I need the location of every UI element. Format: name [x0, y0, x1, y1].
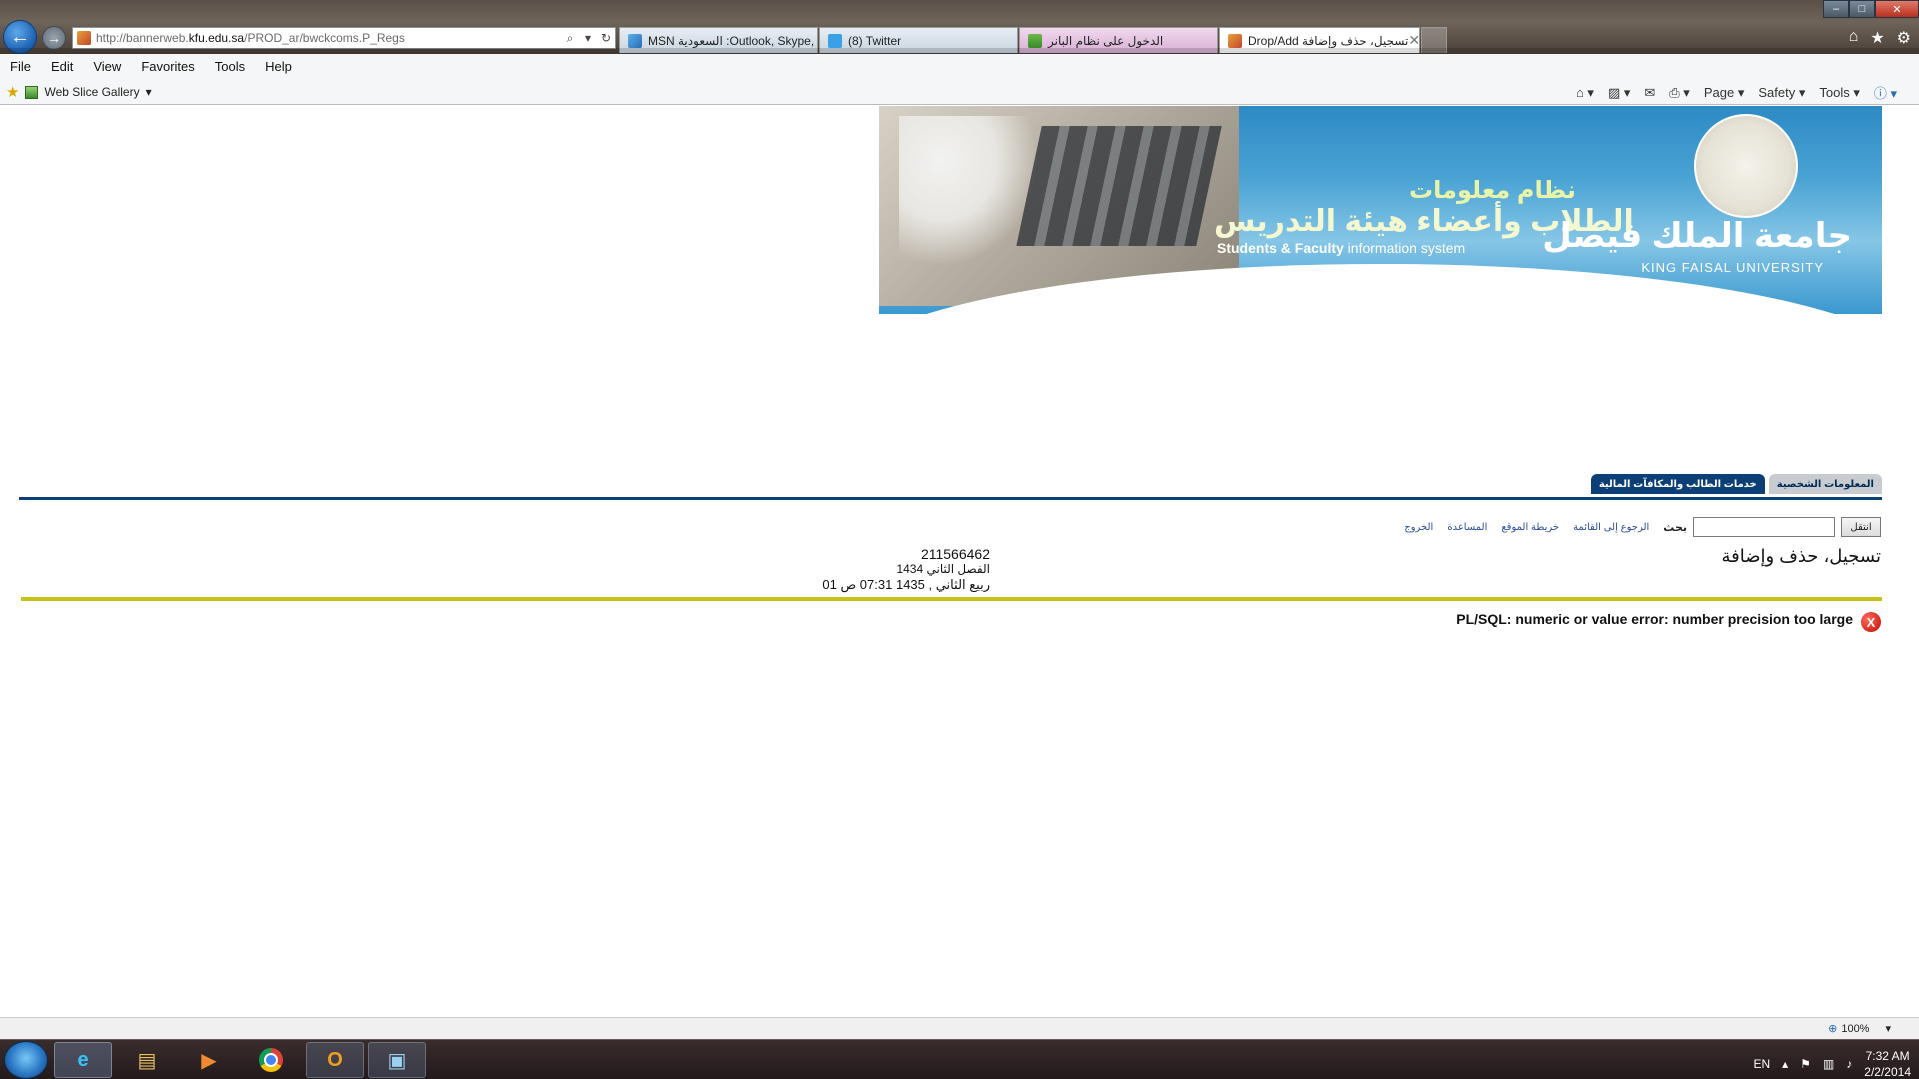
print-icon[interactable]: ⎙ ▾ [1669, 85, 1690, 101]
close-tab-icon[interactable]: ✕ [1408, 32, 1419, 49]
tab-label: Drop/Add تسجيل، حذف وإضافة [1248, 33, 1409, 48]
help-link[interactable]: المساعدة [1447, 522, 1487, 533]
dropdown-arrow-icon[interactable]: ▾ [579, 31, 597, 45]
chevron-down-icon[interactable]: ▾ [1885, 1022, 1891, 1035]
status-bar: ⊕ 100% ▾ [0, 1017, 1919, 1039]
university-seal-logo [1694, 114, 1798, 218]
site-favicon-icon [77, 31, 91, 45]
settings-gear-icon[interactable]: ⚙ [1897, 28, 1911, 48]
new-tab-button[interactable] [1421, 27, 1447, 53]
exit-link[interactable]: الخروج [1404, 522, 1433, 533]
file-explorer-icon[interactable]: ▤ [118, 1042, 176, 1078]
menu-view[interactable]: View [83, 59, 131, 74]
browser-title-bar: ← → http://bannerweb.kfu.edu.sa/PROD_ar/… [0, 0, 1919, 54]
page-title: تسجيل، حذف وإضافة [1721, 546, 1881, 566]
browser-tab-twitter[interactable]: (8) Twitter [819, 27, 1018, 53]
tab-label: الدخول على نظام البانر [1048, 33, 1164, 48]
system-tray: EN ▴ ⚑ ▥ ♪ 7:32 AM 2/2/2014 [1753, 1048, 1911, 1079]
action-center-flag-icon[interactable]: ⚑ [1800, 1057, 1811, 1071]
twitter-icon [828, 33, 842, 48]
zoom-icon: ⊕ [1828, 1023, 1838, 1035]
page-tabs: المعلومات الشخصية خدمات الطالب والمكافآت… [1590, 474, 1882, 494]
term-label: الفصل الثاني 1434 [896, 562, 990, 576]
university-name-arabic: جامعة الملك فيصل [1542, 217, 1852, 255]
close-window-button[interactable]: ✕ [1875, 0, 1919, 18]
browser-tab-banner-login[interactable]: الدخول على نظام البانر [1019, 27, 1218, 53]
show-hidden-icons-icon[interactable]: ▴ [1782, 1057, 1788, 1071]
student-id: 211566462 [920, 546, 990, 562]
search-icon[interactable]: ⌕ [561, 31, 579, 46]
web-slice-gallery-link[interactable]: Web Slice Gallery [44, 85, 139, 99]
tab-personal-info[interactable]: المعلومات الشخصية [1768, 474, 1882, 494]
chrome-icon[interactable] [242, 1042, 300, 1078]
banner-site-icon [1028, 33, 1042, 48]
windows-taskbar: e ▤ ▶ O ▣ EN ▴ ⚑ ▥ ♪ 7:32 AM 2/2/2014 [0, 1039, 1919, 1079]
home-icon[interactable]: ⌂ [1849, 28, 1859, 48]
start-button[interactable] [4, 1041, 48, 1079]
zoom-level: 100% [1841, 1022, 1870, 1035]
address-bar[interactable]: http://bannerweb.kfu.edu.sa/PROD_ar/bwck… [72, 27, 616, 49]
add-favorites-icon[interactable]: ★ [6, 83, 19, 101]
safety-menu-button[interactable]: Safety ▾ [1758, 85, 1805, 101]
menu-bar: File Edit View Favorites Tools Help [0, 54, 1919, 78]
error-message-row: PL/SQL: numeric or value error: number p… [1456, 606, 1881, 632]
menu-tools[interactable]: Tools [205, 59, 255, 74]
command-bar: ★ Web Slice Gallery ▾ ⌂ ▾ ▨ ▾ ✉ ⎙ ▾ Page… [0, 78, 1919, 105]
tab-student-services[interactable]: خدمات الطالب والمكافآت المالية [1590, 474, 1765, 494]
date-time: 01 ربيع الثاني , 1435 07:31 ص [822, 577, 990, 592]
banner-title-line1: نظام معلومات [1409, 177, 1576, 204]
site-map-link[interactable]: خريطة الموقع [1501, 522, 1559, 533]
tools-menu-button[interactable]: Tools ▾ [1819, 85, 1860, 101]
help-icon[interactable]: ⓘ ▾ [1874, 83, 1897, 102]
internet-explorer-icon[interactable]: e [54, 1042, 112, 1078]
window-controls: – □ ✕ [1823, 0, 1919, 18]
clock-date: 2/2/2014 [1864, 1065, 1911, 1079]
back-button[interactable]: ← [3, 20, 37, 54]
search-input[interactable] [1693, 517, 1835, 537]
menu-help[interactable]: Help [255, 59, 302, 74]
error-message: PL/SQL: numeric or value error: number p… [1456, 611, 1853, 627]
network-icon[interactable]: ▥ [1823, 1057, 1834, 1071]
site-favicon-icon [1228, 33, 1242, 48]
content-divider [21, 597, 1882, 601]
remote-desktop-icon[interactable]: ▣ [368, 1042, 426, 1078]
outlook-icon[interactable]: O [306, 1042, 364, 1078]
university-name-english: KING FAISAL UNIVERSITY [1641, 260, 1824, 275]
feeds-icon[interactable]: ▨ ▾ [1608, 85, 1630, 101]
language-indicator[interactable]: EN [1753, 1057, 1770, 1071]
tab-label: (8) Twitter [848, 33, 902, 48]
chevron-down-icon[interactable]: ▾ [146, 85, 152, 99]
menu-file[interactable]: File [0, 59, 41, 74]
go-button[interactable]: انتقل [1841, 517, 1881, 537]
student-info: 211566462 الفصل الثاني 1434 01 ربيع الثا… [810, 546, 990, 593]
address-url: http://bannerweb.kfu.edu.sa/PROD_ar/bwck… [96, 31, 405, 45]
mail-icon[interactable]: ✉ [1644, 85, 1655, 101]
menu-favorites[interactable]: Favorites [131, 59, 204, 74]
media-player-icon[interactable]: ▶ [180, 1042, 238, 1078]
header-divider [19, 497, 1882, 500]
clock-time: 7:32 AM [1865, 1049, 1910, 1063]
web-slice-icon [25, 85, 39, 99]
maximize-button[interactable]: □ [1849, 0, 1875, 18]
kfu-banner: نظام معلومات الطلاب وأعضاء هيئة التدريس … [879, 106, 1882, 314]
error-icon: X [1861, 612, 1881, 632]
volume-icon[interactable]: ♪ [1846, 1057, 1852, 1071]
refresh-icon[interactable]: ↻ [597, 31, 615, 45]
forward-button[interactable]: → [42, 26, 66, 50]
browser-tab-msn[interactable]: MSN السعودية :Outlook, Skype, ... [619, 27, 818, 53]
page-menu-button[interactable]: Page ▾ [1704, 85, 1745, 101]
banner-title-english: Students & Faculty information system [1217, 240, 1466, 256]
menu-edit[interactable]: Edit [41, 59, 83, 74]
clock[interactable]: 7:32 AM 2/2/2014 [1864, 1048, 1911, 1079]
return-to-menu-link[interactable]: الرجوع إلى القائمة [1573, 522, 1649, 533]
search-label: بحث [1663, 521, 1687, 534]
browser-tab-drop-add[interactable]: Drop/Add تسجيل، حذف وإضافة ✕ [1219, 27, 1420, 53]
favorites-star-icon[interactable]: ★ [1870, 28, 1884, 48]
zoom-control[interactable]: ⊕ 100% ▾ [1828, 1022, 1891, 1036]
page-toolbar: انتقل بحث الرجوع إلى القائمة خريطة الموق… [1404, 517, 1881, 537]
msn-icon [628, 33, 642, 48]
home-icon[interactable]: ⌂ ▾ [1576, 85, 1594, 101]
tab-label: MSN السعودية :Outlook, Skype, ... [648, 33, 818, 48]
minimize-button[interactable]: – [1823, 0, 1849, 18]
